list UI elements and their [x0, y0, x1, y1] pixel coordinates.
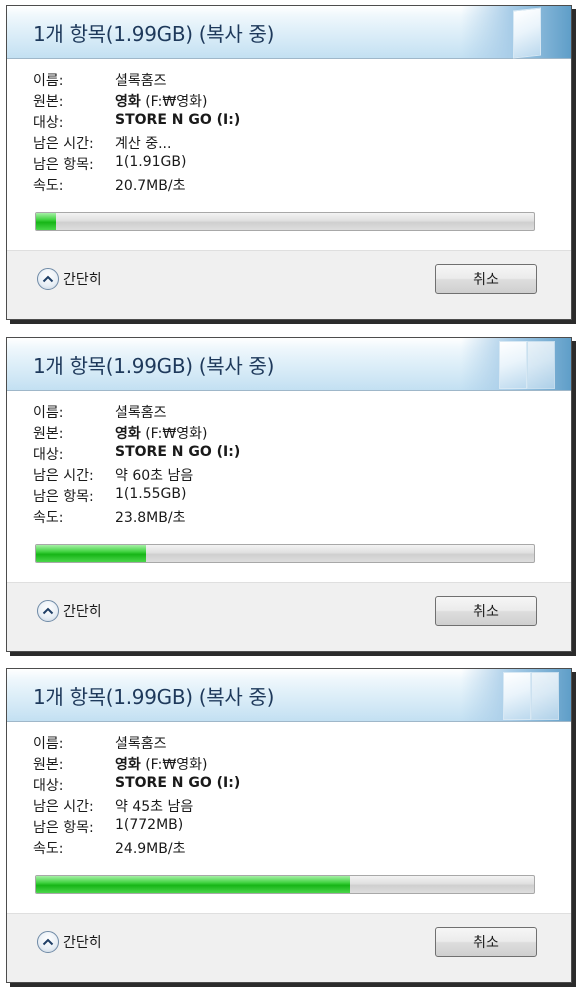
dest-label: 대상:	[33, 778, 64, 794]
dest-label: 대상:	[33, 115, 64, 131]
chevron-up-icon	[37, 268, 59, 290]
speed-value: 24.9MB/초	[115, 841, 186, 857]
speed-value: 20.7MB/초	[115, 178, 186, 194]
items-left-label: 남은 항목:	[33, 157, 94, 173]
progress-bar	[35, 875, 535, 894]
dialog-header: 1개 항목(1.99GB) (복사 중)	[7, 338, 571, 391]
speed-label: 속도:	[33, 178, 64, 194]
source-name[interactable]: 영화	[115, 757, 141, 773]
speed-label: 속도:	[33, 841, 64, 857]
name-value: 셜록홈즈	[115, 405, 167, 421]
collapse-label: 간단히	[63, 272, 102, 288]
cancel-button[interactable]: 취소	[435, 264, 537, 294]
speed-label: 속도:	[33, 510, 64, 526]
source-path: (F:₩영화)	[145, 94, 208, 110]
time-left-value: 계산 중...	[115, 136, 172, 152]
dialog-header: 1개 항목(1.99GB) (복사 중)	[7, 669, 571, 722]
collapse-button[interactable]: 간단히	[37, 599, 102, 623]
name-label: 이름:	[33, 405, 64, 421]
chevron-up-icon	[37, 931, 59, 953]
window-pane-icon	[461, 338, 571, 390]
progress-fill	[36, 213, 56, 230]
dialog-footer: 간단히 취소	[7, 913, 571, 982]
time-left-value: 약 60초 남음	[115, 468, 194, 484]
source-label: 원본:	[33, 757, 64, 773]
dialog-body: 이름: 셜록홈즈 원본: 영화 (F:₩영화) 대상: STORE N GO (I:)…	[7, 722, 571, 913]
window-pane-icon	[461, 669, 571, 721]
copy-info: 이름: 셜록홈즈 원본: 영화 (F:₩영화) 대상: STORE N GO (I:)…	[33, 402, 240, 528]
time-left-label: 남은 시간:	[33, 799, 94, 815]
cancel-button[interactable]: 취소	[435, 596, 537, 626]
copy-info: 이름: 셜록홈즈 원본: 영화 (F:₩영화) 대상: STORE N GO (I:)…	[33, 70, 240, 196]
dialog-body: 이름: 셜록홈즈 원본: 영화 (F:₩영화) 대상: STORE N GO (I:)…	[7, 391, 571, 582]
items-left-value: 1(772MB)	[115, 817, 184, 833]
source-path: (F:₩영화)	[145, 426, 208, 442]
progress-bar	[35, 212, 535, 231]
source-label: 원본:	[33, 94, 64, 110]
time-left-label: 남은 시간:	[33, 136, 94, 152]
items-left-value: 1(1.55GB)	[115, 486, 187, 502]
items-left-label: 남은 항목:	[33, 489, 94, 505]
source-name[interactable]: 영화	[115, 94, 141, 110]
chevron-up-icon	[37, 600, 59, 622]
name-label: 이름:	[33, 736, 64, 752]
dest-value[interactable]: STORE N GO (I:)	[115, 444, 240, 460]
dialog-header: 1개 항목(1.99GB) (복사 중)	[7, 6, 571, 59]
dest-label: 대상:	[33, 447, 64, 463]
dest-value[interactable]: STORE N GO (I:)	[115, 775, 240, 791]
copy-info: 이름: 셜록홈즈 원본: 영화 (F:₩영화) 대상: STORE N GO (I:)…	[33, 733, 240, 859]
dialog-title: 1개 항목(1.99GB) (복사 중)	[33, 685, 275, 709]
name-value: 셜록홈즈	[115, 73, 167, 89]
time-left-label: 남은 시간:	[33, 468, 94, 484]
cancel-button[interactable]: 취소	[435, 927, 537, 957]
dialog-footer: 간단히 취소	[7, 582, 571, 651]
source-name[interactable]: 영화	[115, 426, 141, 442]
collapse-button[interactable]: 간단히	[37, 930, 102, 954]
time-left-value: 약 45초 남음	[115, 799, 194, 815]
name-value: 셜록홈즈	[115, 736, 167, 752]
collapse-button[interactable]: 간단히	[37, 267, 102, 291]
dialog-footer: 간단히 취소	[7, 250, 571, 319]
items-left-label: 남은 항목:	[33, 820, 94, 836]
copy-dialog: 1개 항목(1.99GB) (복사 중) 이름: 셜록홈즈 원본: 영화 (F:₩영…	[6, 337, 572, 652]
progress-fill	[36, 876, 350, 893]
name-label: 이름:	[33, 73, 64, 89]
collapse-label: 간단히	[63, 935, 102, 951]
items-left-value: 1(1.91GB)	[115, 154, 187, 170]
speed-value: 23.8MB/초	[115, 510, 186, 526]
progress-bar	[35, 544, 535, 563]
dialog-title: 1개 항목(1.99GB) (복사 중)	[33, 354, 275, 378]
dialog-body: 이름: 셜록홈즈 원본: 영화 (F:₩영화) 대상: STORE N GO (I:)…	[7, 59, 571, 250]
dest-value[interactable]: STORE N GO (I:)	[115, 112, 240, 128]
copy-dialog: 1개 항목(1.99GB) (복사 중) 이름: 셜록홈즈 원본: 영화 (F:₩영…	[6, 668, 572, 983]
window-pane-icon	[461, 6, 571, 59]
source-label: 원본:	[33, 426, 64, 442]
dialog-title: 1개 항목(1.99GB) (복사 중)	[33, 22, 275, 46]
collapse-label: 간단히	[63, 604, 102, 620]
copy-dialog: 1개 항목(1.99GB) (복사 중) 이름: 셜록홈즈 원본: 영화 (F:₩영…	[6, 5, 572, 320]
progress-fill	[36, 545, 146, 562]
source-path: (F:₩영화)	[145, 757, 208, 773]
